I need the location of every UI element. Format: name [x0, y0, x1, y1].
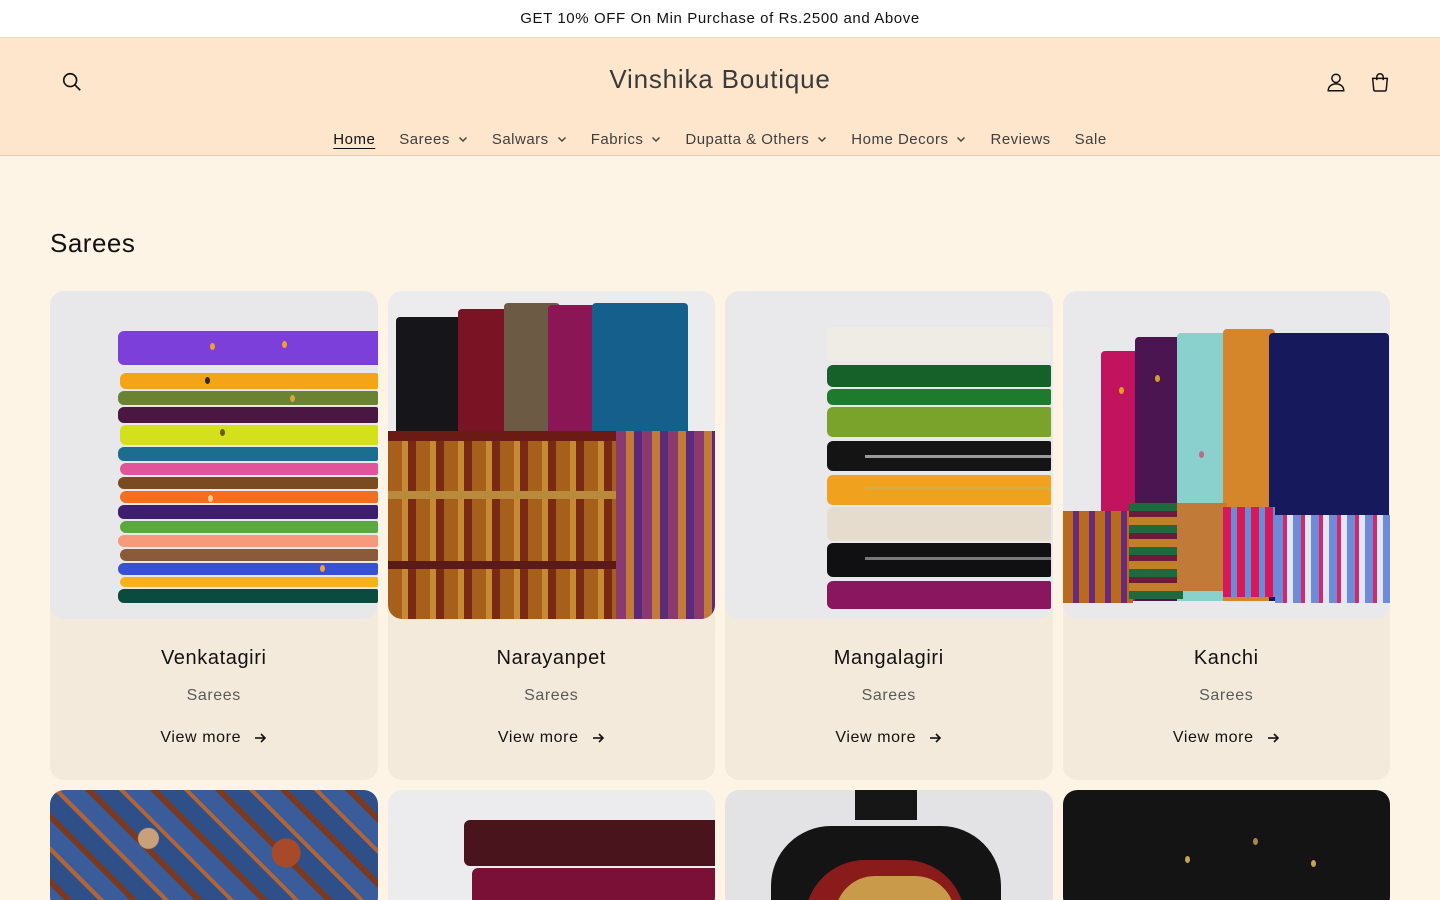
main-nav: Home Sarees Salwars Fabrics Dupatta & Ot…	[0, 122, 1440, 156]
collection-card[interactable]	[1062, 790, 1390, 900]
announcement-bar: GET 10% OFF On Min Purchase of Rs.2500 a…	[0, 0, 1440, 38]
card-category: Sarees	[524, 687, 579, 704]
view-more-link[interactable]: View more	[498, 729, 605, 747]
view-more-link[interactable]: View more	[1173, 729, 1280, 747]
card-title: Kanchi	[1193, 647, 1259, 669]
announcement-text: GET 10% OFF On Min Purchase of Rs.2500 a…	[520, 10, 920, 27]
nav-item-sarees[interactable]: Sarees	[387, 131, 480, 148]
chevron-down-icon	[818, 137, 827, 142]
product-image	[50, 291, 378, 619]
collection-card-kanchi[interactable]: Kanchi Sarees View more	[1062, 291, 1391, 780]
product-image	[1062, 291, 1390, 619]
arrow-right-icon	[255, 733, 267, 743]
nav-item-reviews[interactable]: Reviews	[978, 131, 1062, 148]
main-content: Sarees Venkatagiri Sarees View more Nara…	[0, 228, 1440, 900]
view-more-label: View more	[1172, 729, 1254, 746]
card-category: Sarees	[861, 687, 916, 704]
nav-label: Home Decors	[851, 130, 949, 148]
collection-grid: Venkatagiri Sarees View more Narayanpet …	[50, 291, 1390, 900]
product-image	[387, 790, 715, 900]
card-body: Narayanpet Sarees View more	[388, 619, 716, 780]
header-top: Vinshika Boutique	[0, 38, 1440, 122]
product-image	[387, 291, 715, 619]
nav-item-home-decors[interactable]: Home Decors	[839, 131, 978, 148]
section-title: Sarees	[50, 228, 136, 258]
nav-item-fabrics[interactable]: Fabrics	[579, 131, 674, 148]
nav-item-home[interactable]: Home	[321, 131, 387, 148]
collection-card[interactable]	[725, 790, 1053, 900]
nav-label: Sale	[1074, 130, 1107, 148]
card-body: Kanchi Sarees View more	[1063, 619, 1391, 780]
card-title: Mangalagiri	[833, 647, 944, 669]
collection-card-narayanpet[interactable]: Narayanpet Sarees View more	[387, 291, 716, 780]
collection-card-venkatagiri[interactable]: Venkatagiri Sarees View more	[50, 291, 378, 780]
product-image	[725, 291, 1053, 619]
card-body: Mangalagiri Sarees View more	[725, 619, 1053, 780]
chevron-down-icon	[652, 137, 661, 142]
nav-label: Dupatta & Others	[685, 130, 810, 148]
view-more-label: View more	[160, 729, 242, 746]
account-button[interactable]	[1314, 60, 1358, 104]
product-image	[725, 790, 1053, 900]
cart-button[interactable]	[1358, 60, 1402, 104]
arrow-right-icon	[930, 733, 942, 743]
nav-label: Fabrics	[590, 130, 644, 148]
account-icon	[1327, 73, 1345, 92]
card-category: Sarees	[1199, 687, 1254, 704]
nav-label: Reviews	[990, 130, 1051, 148]
card-title: Venkatagiri	[160, 647, 267, 669]
collection-card-mangalagiri[interactable]: Mangalagiri Sarees View more	[725, 291, 1053, 780]
view-more-label: View more	[497, 729, 579, 746]
product-image	[1062, 790, 1390, 900]
site-logo[interactable]: Vinshika Boutique	[0, 64, 1440, 95]
chevron-down-icon	[957, 137, 966, 142]
collection-card[interactable]	[387, 790, 715, 900]
card-category: Sarees	[186, 687, 241, 704]
nav-item-salwars[interactable]: Salwars	[480, 131, 579, 148]
view-more-link[interactable]: View more	[835, 729, 942, 747]
collection-card[interactable]	[50, 790, 378, 900]
chevron-down-icon	[557, 137, 566, 142]
card-body: Venkatagiri Sarees View more	[50, 619, 378, 780]
nav-item-sale[interactable]: Sale	[1063, 131, 1119, 148]
nav-label: Salwars	[491, 130, 549, 148]
cart-icon	[1371, 73, 1389, 92]
arrow-right-icon	[592, 733, 604, 743]
nav-label: Home	[333, 130, 376, 148]
site-header: Vinshika Boutique Home Sarees Salwars Fa…	[0, 38, 1440, 156]
nav-label: Sarees	[399, 130, 450, 148]
chevron-down-icon	[458, 137, 467, 142]
arrow-right-icon	[1267, 733, 1279, 743]
product-image	[50, 790, 378, 900]
view-more-label: View more	[835, 729, 917, 746]
nav-item-dupatta-others[interactable]: Dupatta & Others	[673, 131, 839, 148]
card-title: Narayanpet	[496, 647, 606, 669]
view-more-link[interactable]: View more	[160, 729, 267, 747]
